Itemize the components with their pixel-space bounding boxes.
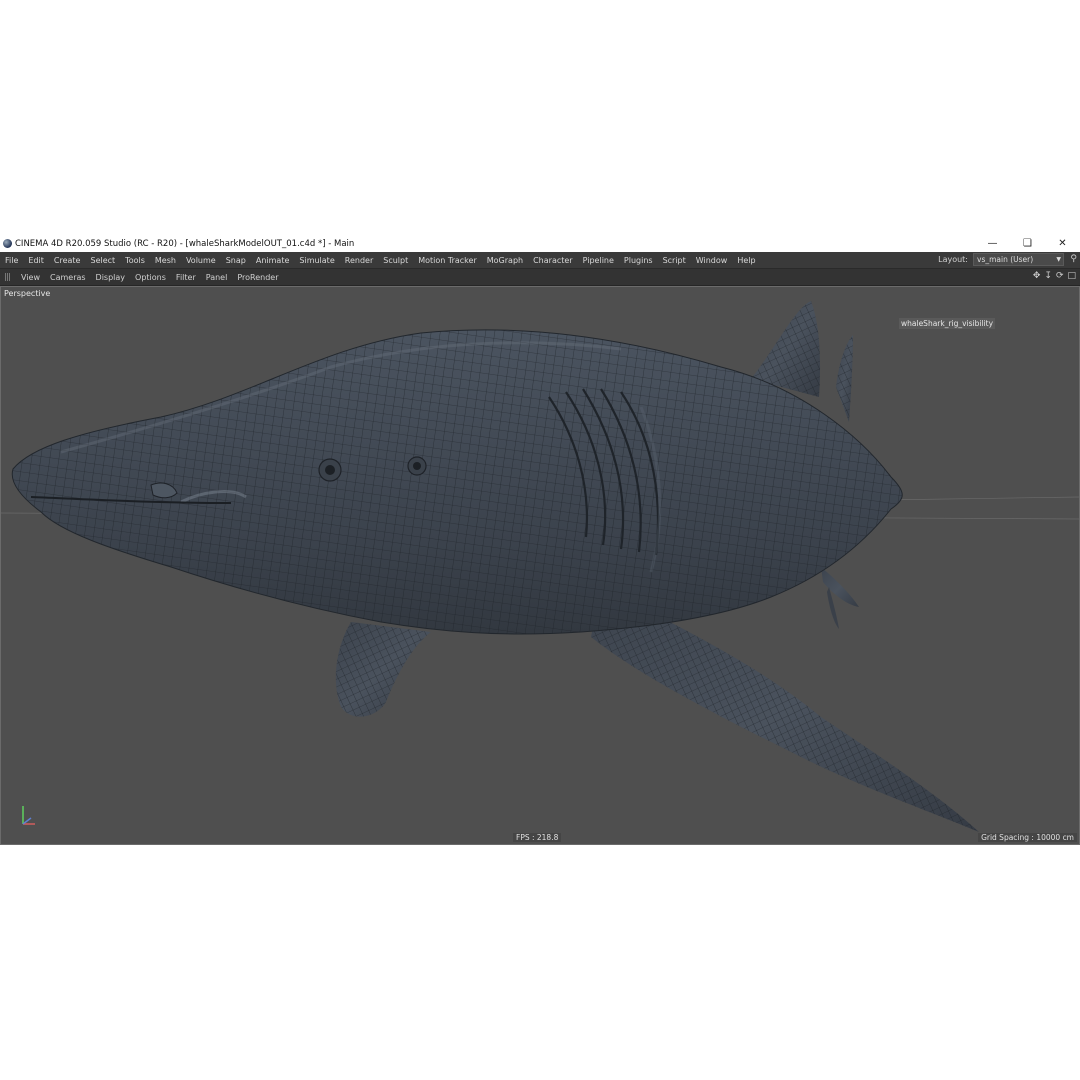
window-controls: — ❏ ✕ bbox=[975, 235, 1080, 252]
dolly-view-icon[interactable]: ↧ bbox=[1044, 271, 1052, 281]
layout-switcher: Layout: vs_main (User) ▼ bbox=[938, 253, 1064, 266]
grid-spacing-readout: Grid Spacing : 10000 cm bbox=[978, 833, 1077, 842]
viewport-menu-cameras[interactable]: Cameras bbox=[45, 273, 91, 282]
chevron-down-icon: ▼ bbox=[1056, 256, 1061, 263]
cinema4d-logo-icon bbox=[3, 239, 12, 248]
fps-readout: FPS : 218.8 bbox=[513, 833, 562, 842]
menu-sculpt[interactable]: Sculpt bbox=[378, 256, 413, 265]
menu-animate[interactable]: Animate bbox=[251, 256, 295, 265]
main-menu-bar: File Edit Create Select Tools Mesh Volum… bbox=[0, 252, 1080, 269]
viewport-name: Perspective bbox=[4, 289, 51, 298]
menu-create[interactable]: Create bbox=[49, 256, 86, 265]
close-button[interactable]: ✕ bbox=[1045, 235, 1080, 252]
viewport-menu-display[interactable]: Display bbox=[91, 273, 131, 282]
menu-mograph[interactable]: MoGraph bbox=[482, 256, 528, 265]
menu-tools[interactable]: Tools bbox=[120, 256, 150, 265]
pelvic-fin bbox=[821, 567, 859, 607]
layout-label: Layout: bbox=[938, 255, 968, 264]
viewport-menu-panel[interactable]: Panel bbox=[201, 273, 233, 282]
whale-shark-model[interactable] bbox=[1, 287, 1079, 844]
menu-plugins[interactable]: Plugins bbox=[619, 256, 658, 265]
restore-button[interactable]: ❏ bbox=[1010, 235, 1045, 252]
app-window: CINEMA 4D R20.059 Studio (RC - R20) - [w… bbox=[0, 235, 1080, 845]
maximize-view-icon[interactable]: □ bbox=[1067, 271, 1076, 281]
object-label: whaleShark_rig_visibility bbox=[899, 318, 996, 329]
menu-render[interactable]: Render bbox=[340, 256, 378, 265]
menu-snap[interactable]: Snap bbox=[221, 256, 251, 265]
viewport-menu-prorender[interactable]: ProRender bbox=[232, 273, 283, 282]
horizon-line bbox=[880, 496, 1079, 501]
menu-file[interactable]: File bbox=[0, 256, 23, 265]
menu-window[interactable]: Window bbox=[691, 256, 733, 265]
viewport-menu-options[interactable]: Options bbox=[130, 273, 171, 282]
viewport-nav-icons: ✥ ↧ ⟳ □ bbox=[1033, 271, 1076, 281]
viewport-menu-filter[interactable]: Filter bbox=[171, 273, 201, 282]
menu-volume[interactable]: Volume bbox=[181, 256, 221, 265]
title-bar: CINEMA 4D R20.059 Studio (RC - R20) - [w… bbox=[0, 235, 1080, 252]
layout-select[interactable]: vs_main (User) ▼ bbox=[973, 253, 1064, 266]
menu-motion-tracker[interactable]: Motion Tracker bbox=[413, 256, 482, 265]
world-axis-icon bbox=[22, 806, 35, 825]
menu-select[interactable]: Select bbox=[85, 256, 120, 265]
viewport-menu-bar: View Cameras Display Options Filter Pane… bbox=[0, 269, 1080, 286]
panel-grip-icon[interactable] bbox=[5, 273, 11, 281]
move-view-icon[interactable]: ✥ bbox=[1033, 271, 1041, 281]
layout-value: vs_main (User) bbox=[977, 255, 1034, 264]
menu-character[interactable]: Character bbox=[528, 256, 578, 265]
shark-eye-icon bbox=[318, 458, 342, 482]
minimize-button[interactable]: — bbox=[975, 235, 1010, 252]
spiracle-icon bbox=[407, 456, 427, 476]
perspective-viewport[interactable]: Perspective whaleShark_rig_visibility FP… bbox=[0, 286, 1080, 845]
menu-mesh[interactable]: Mesh bbox=[150, 256, 181, 265]
menu-help[interactable]: Help bbox=[732, 256, 760, 265]
menu-pipeline[interactable]: Pipeline bbox=[578, 256, 619, 265]
menu-simulate[interactable]: Simulate bbox=[294, 256, 339, 265]
search-icon[interactable]: ⚲ bbox=[1070, 254, 1077, 264]
menu-edit[interactable]: Edit bbox=[23, 256, 49, 265]
window-title: CINEMA 4D R20.059 Studio (RC - R20) - [w… bbox=[15, 238, 355, 249]
menu-script[interactable]: Script bbox=[658, 256, 691, 265]
viewport-menu-view[interactable]: View bbox=[16, 273, 45, 282]
rotate-view-icon[interactable]: ⟳ bbox=[1056, 271, 1064, 281]
